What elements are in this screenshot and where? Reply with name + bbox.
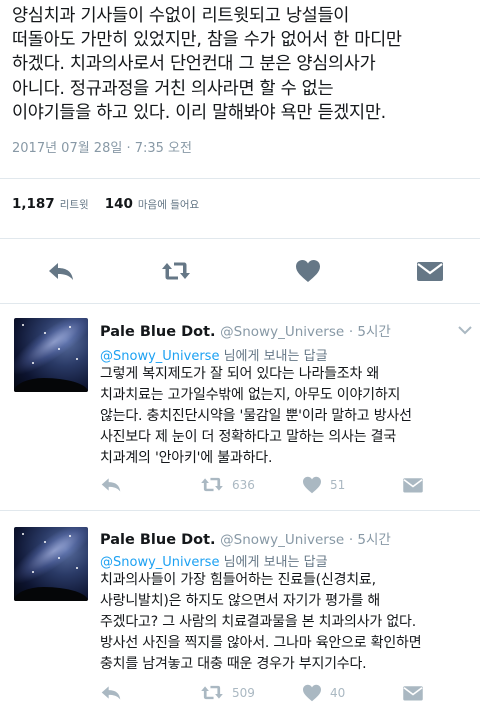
- divider: [0, 238, 480, 239]
- retweet-button[interactable]: [160, 256, 192, 286]
- retweet-button[interactable]: 509: [200, 684, 255, 701]
- reply-line: 사랑니발치)은 하지도 않으면서 자기가 평가를 해: [100, 593, 381, 609]
- reply-button[interactable]: [100, 684, 122, 701]
- reply-icon: [101, 478, 121, 492]
- reply-line: 주겠다고? 그 사람의 치료결과물을 본 치과의사가 없다.: [100, 614, 416, 630]
- reply-to-line: @Snowy_Universe 님에게 보내는 답글: [100, 551, 328, 570]
- tweet-text: 양심치과 기사들이 수없이 리트윗되고 낭설들이 떠돌아도 가만히 있었지만, …: [12, 4, 476, 125]
- tweet-stats: 1,187 리트윗 140 마음에 들어요: [12, 196, 215, 212]
- heart-icon: [303, 476, 321, 494]
- reply-header: Pale Blue Dot. @Snowy_Universe · 5시간: [100, 320, 391, 340]
- divider: [0, 510, 480, 511]
- tweet-line: 이야기들을 하고 있다. 이리 말해봐야 욕만 듣겠지만.: [12, 102, 386, 123]
- reply-text: 치과의사들이 가장 힘들어하는 진료들(신경치료, 사랑니발치)은 하지도 않으…: [100, 570, 468, 675]
- heart-icon: [296, 260, 320, 282]
- direct-message-button[interactable]: [402, 684, 424, 702]
- reply-time[interactable]: · 5시간: [349, 324, 391, 340]
- retweet-count: 509: [232, 685, 255, 700]
- retweet-button[interactable]: 636: [200, 476, 255, 493]
- retweet-count[interactable]: 1,187: [12, 196, 55, 212]
- chevron-down-icon[interactable]: [458, 325, 472, 335]
- retweet-icon: [201, 477, 223, 492]
- reply-icon: [101, 686, 121, 700]
- user-handle[interactable]: @Snowy_Universe: [220, 532, 344, 548]
- reply-line: 사진보다 제 눈이 더 정확하다고 말하는 의사는 결국: [100, 429, 397, 445]
- reply-line: 방사선 사진을 찍지를 않아서. 그나마 육안으로 확인하면: [100, 635, 422, 651]
- reply-to-line: @Snowy_Universe 님에게 보내는 답글: [100, 345, 328, 364]
- retweet-count: 636: [232, 477, 255, 492]
- reply-text: 그렇게 복지제도가 잘 되어 있다는 나라들조차 왜 치과치료는 고가일수밖에 …: [100, 364, 468, 469]
- reply-time[interactable]: · 5시간: [349, 532, 391, 548]
- tweet-line: 양심치과 기사들이 수없이 리트윗되고 낭설들이: [12, 6, 350, 26]
- reply-line: 충치를 남겨놓고 대충 때운 경우가 부지기수다.: [100, 656, 367, 672]
- direct-message-button[interactable]: [402, 476, 424, 494]
- envelope-icon: [403, 478, 423, 493]
- avatar[interactable]: [14, 318, 88, 392]
- like-count-label: 마음에 들어요: [137, 199, 200, 211]
- tweet-line: 아니다. 정규과정을 거친 의사라면 할 수 없는: [12, 78, 334, 99]
- reply-line: 않는다. 충치진단시약을 '물감일 뿐'이라 말하고 방사선: [100, 408, 412, 424]
- mention-link[interactable]: @Snowy_Universe: [100, 349, 219, 364]
- reply-actions: 636 51: [100, 476, 440, 498]
- reply-line: 그렇게 복지제도가 잘 되어 있다는 나라들조차 왜: [100, 366, 380, 382]
- user-handle[interactable]: @Snowy_Universe: [220, 324, 344, 340]
- tweet-line: 떠돌아도 가만히 있었지만, 참을 수가 없어서 한 마디만: [12, 30, 402, 51]
- reply-button[interactable]: [100, 476, 122, 493]
- reply-line: 치과계의 '안아키'에 불과하다.: [100, 450, 273, 466]
- like-button[interactable]: 40: [302, 684, 345, 702]
- divider: [0, 303, 480, 304]
- divider: [0, 178, 480, 179]
- retweet-icon: [201, 685, 223, 700]
- reply-actions: 509 40: [100, 684, 440, 706]
- like-count: 40: [330, 686, 346, 700]
- heart-icon: [303, 684, 321, 702]
- retweet-icon: [162, 262, 190, 280]
- user-name[interactable]: Pale Blue Dot.: [100, 532, 216, 548]
- tweet-line: 하겠다. 치과의사로서 단언컨대 그 분은 양심의사가: [12, 54, 376, 75]
- reply-header: Pale Blue Dot. @Snowy_Universe · 5시간: [100, 528, 391, 548]
- avatar[interactable]: [14, 527, 88, 601]
- like-button[interactable]: [292, 256, 324, 286]
- reply-to-label: 님에게 보내는 답글: [219, 555, 328, 570]
- like-button[interactable]: 51: [302, 476, 345, 494]
- like-count[interactable]: 140: [105, 196, 133, 212]
- reply-button[interactable]: [45, 256, 77, 286]
- reply-to-label: 님에게 보내는 답글: [219, 349, 328, 364]
- envelope-icon: [417, 262, 443, 281]
- user-name[interactable]: Pale Blue Dot.: [100, 324, 216, 340]
- like-count: 51: [330, 478, 346, 492]
- reply-line: 치과치료는 고가일수밖에 없는지, 아무도 이야기하지: [100, 387, 401, 403]
- direct-message-button[interactable]: [414, 256, 446, 286]
- tweet-timestamp[interactable]: 2017년 07월 28일 · 7:35 오전: [12, 137, 192, 156]
- mention-link[interactable]: @Snowy_Universe: [100, 555, 219, 570]
- reply-line: 치과의사들이 가장 힘들어하는 진료들(신경치료,: [100, 572, 376, 588]
- envelope-icon: [403, 686, 423, 701]
- reply-icon: [49, 263, 73, 280]
- tweet-action-bar: [0, 240, 480, 302]
- retweet-count-label: 리트윗: [59, 199, 89, 211]
